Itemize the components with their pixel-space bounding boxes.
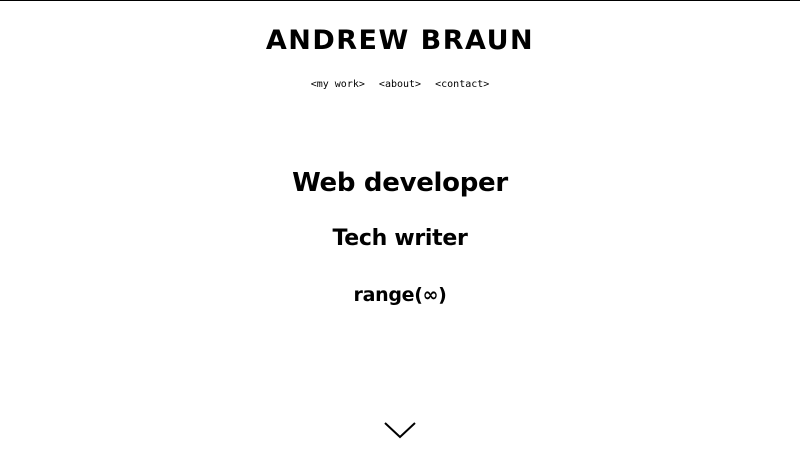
role-tech-writer: Tech writer xyxy=(332,226,468,251)
role-web-developer: Web developer xyxy=(292,168,508,198)
main-nav: <my work> <about> <contact> xyxy=(0,78,800,92)
site-logo[interactable]: ANDREW BRAUN xyxy=(266,25,534,57)
role-range-infinity: range(∞) xyxy=(353,284,447,306)
nav-link-contact[interactable]: <contact> xyxy=(435,79,489,90)
scroll-down-button[interactable] xyxy=(383,419,417,441)
page: ANDREW BRAUN <my work> <about> <contact>… xyxy=(0,0,800,450)
chevron-down-icon xyxy=(384,422,416,439)
nav-link-about[interactable]: <about> xyxy=(379,79,421,90)
site-header: ANDREW BRAUN xyxy=(0,25,800,57)
nav-link-my-work[interactable]: <my work> xyxy=(311,79,365,90)
